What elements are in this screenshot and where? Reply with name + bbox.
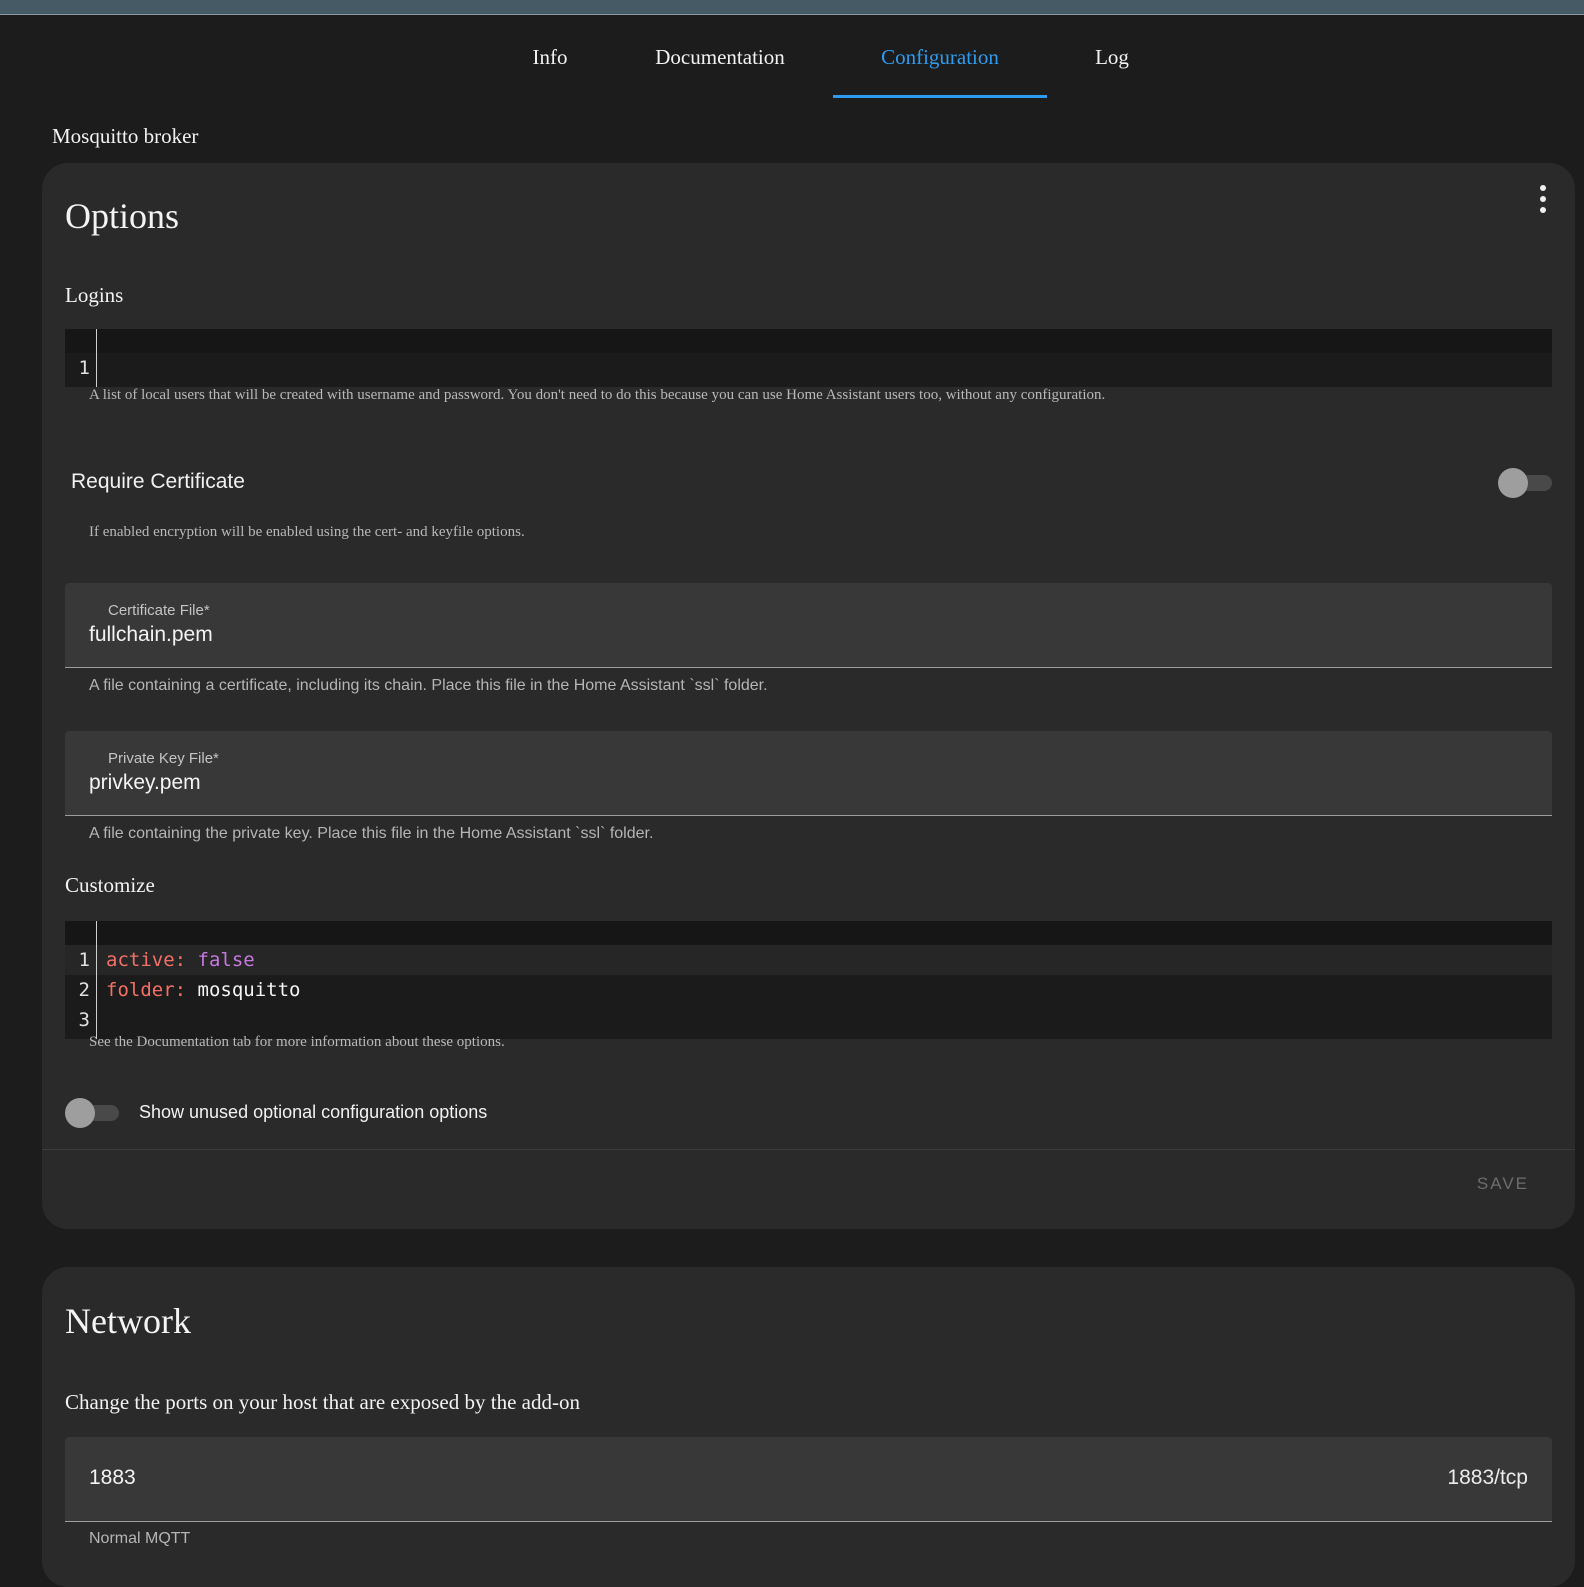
keyfile-helper: A file containing the private key. Place… (89, 825, 654, 842)
require-certificate-helper: If enabled encryption will be enabled us… (89, 524, 525, 540)
network-description: Change the ports on your host that are e… (65, 1390, 580, 1414)
show-unused-label: Show unused optional configuration optio… (139, 1102, 488, 1122)
tab-bar: Info Documentation Configuration Log (0, 15, 1584, 99)
yaml-key: folder: (106, 979, 187, 1001)
customize-editor[interactable]: 1 active: false 2 folder: mosquitto 3 (65, 921, 1552, 1039)
tab-info[interactable]: Info (510, 15, 590, 99)
logins-editor[interactable]: 1 (65, 329, 1552, 387)
logins-label: Logins (65, 283, 124, 307)
yaml-value: false (197, 949, 255, 971)
app-top-bar (0, 0, 1584, 15)
code-line: active: false (106, 945, 255, 975)
port-input[interactable] (89, 1466, 989, 1490)
network-card: Network Change the ports on your host th… (42, 1267, 1575, 1587)
active-tab-indicator (833, 95, 1047, 98)
keyfile-field[interactable]: Private Key File* (65, 731, 1552, 816)
tab-log[interactable]: Log (1072, 15, 1152, 99)
port-helper: Normal MQTT (89, 1530, 191, 1547)
require-certificate-toggle[interactable] (1498, 468, 1552, 498)
port-field[interactable]: 1883/tcp (65, 1437, 1552, 1522)
options-card: Options Logins 1 A list of local users t… (42, 163, 1575, 1229)
options-title: Options (65, 196, 180, 236)
show-unused-toggle[interactable] (65, 1098, 119, 1128)
network-title: Network (65, 1301, 191, 1341)
certfile-label: Certificate File* (108, 602, 210, 619)
tab-documentation[interactable]: Documentation (646, 15, 794, 99)
tab-configuration[interactable]: Configuration (866, 15, 1014, 99)
keyfile-input[interactable] (89, 771, 989, 795)
certfile-input[interactable] (89, 623, 989, 647)
page-title: Mosquitto broker (52, 124, 199, 148)
save-button[interactable]: SAVE (1477, 1174, 1529, 1194)
dots-vertical-icon[interactable] (1538, 185, 1548, 213)
require-certificate-label: Require Certificate (71, 470, 245, 493)
yaml-value: mosquitto (197, 979, 301, 1001)
line-number: 1 (78, 949, 90, 971)
port-suffix: 1883/tcp (1447, 1466, 1528, 1489)
certfile-helper: A file containing a certificate, includi… (89, 677, 768, 694)
line-number: 1 (78, 357, 90, 379)
customize-label: Customize (65, 873, 155, 897)
code-line: folder: mosquitto (106, 975, 300, 1005)
keyfile-label: Private Key File* (108, 750, 219, 767)
logins-helper: A list of local users that will be creat… (89, 387, 1106, 403)
card-actions-divider (42, 1149, 1575, 1150)
line-number: 2 (78, 979, 90, 1001)
customize-helper: See the Documentation tab for more infor… (89, 1034, 505, 1050)
line-number: 3 (78, 1009, 90, 1031)
yaml-key: active: (106, 949, 187, 971)
certfile-field[interactable]: Certificate File* (65, 583, 1552, 668)
